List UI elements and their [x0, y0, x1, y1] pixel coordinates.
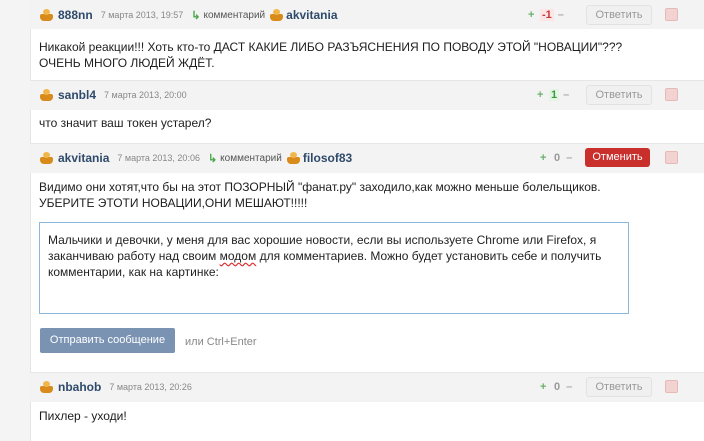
- flag-icon[interactable]: [665, 88, 678, 101]
- vote-down-button[interactable]: –: [558, 9, 566, 21]
- comment: sanbl4 7 марта 2013, 20:00 + 1 – Ответит…: [30, 80, 704, 143]
- comment: nbahob 7 марта 2013, 20:26 + 0 – Ответит…: [30, 372, 704, 441]
- author-link[interactable]: nbahob: [58, 380, 101, 394]
- comment-meta: sanbl4 7 марта 2013, 20:00: [39, 88, 187, 102]
- comment-meta: akvitania 7 марта 2013, 20:06 ↳ коммента…: [39, 151, 352, 165]
- comment-text: Никакой реакции!!! Хоть кто-то ДАСТ КАКИ…: [39, 40, 623, 70]
- reply-text-misspelled: модом: [219, 249, 257, 263]
- reply-arrow-icon: ↳: [191, 9, 201, 22]
- vote-up-button[interactable]: +: [537, 89, 545, 101]
- vote-score: 1: [549, 89, 560, 101]
- user-avatar-icon: [286, 151, 301, 165]
- comment: 888nn 7 марта 2013, 19:57 ↳ комментарий …: [30, 0, 704, 80]
- reply-label[interactable]: комментарий: [220, 153, 282, 164]
- vote-control: + 0 –: [540, 380, 574, 394]
- vote-control: + 0 –: [540, 151, 574, 165]
- vote-control: + -1 –: [528, 8, 566, 22]
- user-avatar-icon: [39, 151, 54, 165]
- vote-down-button[interactable]: –: [566, 152, 574, 164]
- author-link[interactable]: sanbl4: [58, 88, 96, 102]
- user-avatar-icon: [39, 8, 54, 22]
- comment-text: Видимо они хотят,что бы на этот ПОЗОРНЫЙ…: [39, 180, 601, 210]
- flag-icon[interactable]: [665, 151, 678, 164]
- flag-icon[interactable]: [665, 8, 678, 21]
- user-avatar-icon: [39, 380, 54, 394]
- keyboard-hint: или Ctrl+Enter: [185, 336, 257, 348]
- vote-control: + 1 –: [537, 88, 571, 102]
- comment-text: что значит ваш токен устарел?: [39, 116, 212, 130]
- reply-to: ↳ комментарий akvitania: [191, 8, 337, 22]
- send-message-button[interactable]: Отправить сообщение: [40, 328, 175, 353]
- reply-arrow-icon: ↳: [207, 152, 218, 165]
- left-rail: [0, 0, 31, 441]
- reply-button[interactable]: Ответить: [586, 85, 652, 105]
- author-link[interactable]: 888nn: [58, 8, 93, 22]
- user-avatar-icon: [269, 8, 284, 22]
- reply-target-link[interactable]: filosof83: [303, 151, 352, 165]
- comment-date: 7 марта 2013, 20:06: [117, 153, 200, 163]
- reply-target-link[interactable]: akvitania: [286, 8, 337, 22]
- flag-icon[interactable]: [665, 380, 678, 393]
- author-link[interactable]: akvitania: [58, 151, 109, 165]
- comment-date: 7 марта 2013, 20:26: [109, 382, 192, 392]
- vote-score: 0: [554, 381, 561, 393]
- comment-meta: 888nn 7 марта 2013, 19:57 ↳ комментарий …: [39, 8, 338, 22]
- reply-button[interactable]: Ответить: [586, 5, 652, 25]
- reply-textarea[interactable]: Мальчики и девочки, у меня для вас хорош…: [39, 222, 629, 314]
- vote-down-button[interactable]: –: [563, 89, 571, 101]
- cancel-reply-button[interactable]: Отменить: [585, 148, 650, 167]
- vote-up-button[interactable]: +: [540, 152, 548, 164]
- reply-to: ↳ комментарий filosof83: [208, 151, 352, 165]
- vote-up-button[interactable]: +: [528, 9, 536, 21]
- vote-up-button[interactable]: +: [540, 381, 548, 393]
- comment-date: 7 марта 2013, 19:57: [100, 10, 184, 20]
- comment-date: 7 марта 2013, 20:00: [104, 90, 187, 100]
- user-avatar-icon: [39, 88, 54, 102]
- reply-button[interactable]: Ответить: [586, 377, 652, 397]
- comment-text: Пихлер - уходи!: [39, 409, 127, 423]
- comment-meta: nbahob 7 марта 2013, 20:26: [39, 380, 192, 394]
- vote-down-button[interactable]: –: [566, 381, 574, 393]
- vote-score: -1: [540, 9, 554, 21]
- reply-label[interactable]: комментарий: [203, 10, 265, 21]
- vote-score: 0: [554, 152, 561, 164]
